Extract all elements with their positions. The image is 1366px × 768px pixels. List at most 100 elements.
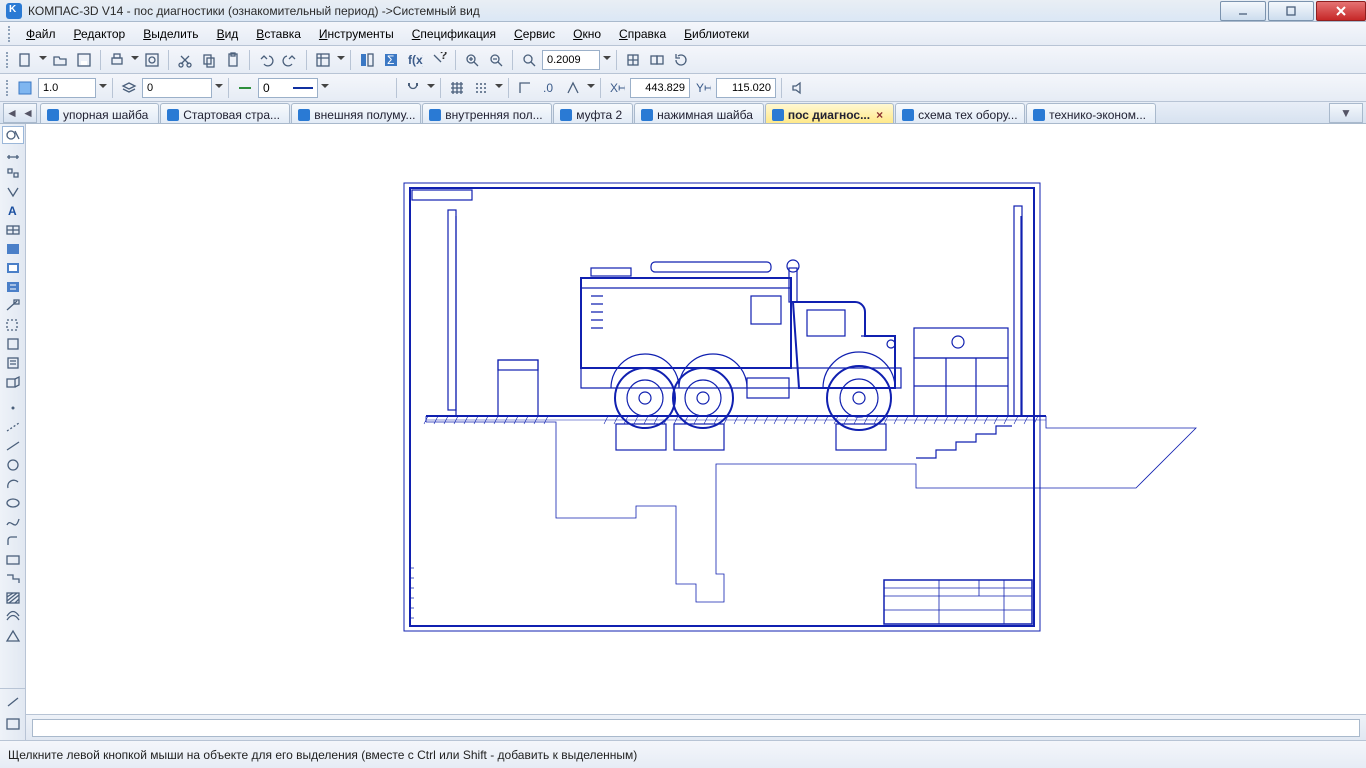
document-tab-0[interactable]: упорная шайба — [40, 103, 159, 123]
tool-views[interactable] — [2, 259, 24, 277]
tool-measure[interactable] — [2, 297, 24, 315]
round-button[interactable]: .0 — [538, 77, 560, 99]
document-tab-1[interactable]: Стартовая стра... — [160, 103, 290, 123]
menu-service[interactable]: Сервис — [506, 24, 563, 44]
document-tab-8[interactable]: технико-эконом... — [1026, 103, 1156, 123]
coord-x-input[interactable] — [630, 78, 690, 98]
zoom-out-button[interactable] — [485, 49, 507, 71]
cmd-tool-1[interactable] — [2, 693, 24, 711]
view-shift-button[interactable] — [622, 49, 644, 71]
grid-button[interactable] — [446, 77, 468, 99]
work-area[interactable] — [26, 124, 1366, 740]
local-cs-dropdown[interactable] — [586, 77, 595, 99]
tool-collect-contour[interactable] — [2, 627, 24, 645]
line-style-dropdown[interactable] — [320, 77, 329, 99]
undo-button[interactable] — [255, 49, 277, 71]
tool-table[interactable] — [2, 221, 24, 239]
tool-geometry[interactable] — [2, 126, 24, 144]
drawing-canvas[interactable] — [46, 128, 1356, 704]
menu-insert[interactable]: Вставка — [248, 24, 309, 44]
line-style-select[interactable]: 0 — [258, 78, 318, 98]
scale-input[interactable] — [38, 78, 96, 98]
layer-dropdown[interactable] — [214, 77, 223, 99]
speaker-button[interactable] — [787, 77, 809, 99]
tool-hatch-fill[interactable] — [2, 589, 24, 607]
document-tab-6[interactable]: пос диагнос...× — [765, 103, 894, 123]
properties-dropdown[interactable] — [336, 49, 345, 71]
menu-tools[interactable]: Инструменты — [311, 24, 402, 44]
command-input[interactable] — [32, 719, 1360, 737]
tool-spline[interactable] — [2, 513, 24, 531]
tab-nav-left[interactable]: ◄◄ — [3, 103, 37, 123]
view-prev-button[interactable] — [646, 49, 668, 71]
tool-segment[interactable] — [2, 437, 24, 455]
zoom-in-button[interactable] — [461, 49, 483, 71]
fx-button[interactable]: f(x) — [404, 49, 426, 71]
scale-dropdown[interactable] — [98, 77, 107, 99]
coord-y-input[interactable] — [716, 78, 776, 98]
print-button[interactable] — [106, 49, 128, 71]
toolbar-grip[interactable] — [8, 26, 12, 42]
copy-button[interactable] — [198, 49, 220, 71]
print-dropdown[interactable] — [130, 49, 139, 71]
variables-button[interactable]: Σ — [380, 49, 402, 71]
zoom-value-input[interactable] — [542, 50, 600, 70]
tool-edit[interactable]: A — [2, 202, 24, 220]
document-tab-7[interactable]: схема тех обору... — [895, 103, 1025, 123]
tool-parametrize[interactable] — [2, 278, 24, 296]
tool-point[interactable] — [2, 399, 24, 417]
zoom-fit-button[interactable] — [518, 49, 540, 71]
tool-select[interactable] — [2, 316, 24, 334]
ortho-button[interactable] — [514, 77, 536, 99]
redo-button[interactable] — [279, 49, 301, 71]
paste-button[interactable] — [222, 49, 244, 71]
tab-close-icon[interactable]: × — [876, 108, 883, 122]
local-cs-button[interactable] — [562, 77, 584, 99]
menu-editor[interactable]: Редактор — [66, 24, 134, 44]
properties-button[interactable] — [312, 49, 334, 71]
menu-window[interactable]: Окно — [565, 24, 609, 44]
snap-toggle-button[interactable] — [402, 77, 424, 99]
grid-dropdown[interactable] — [494, 77, 503, 99]
tool-reports[interactable] — [2, 354, 24, 372]
tool-hatch[interactable] — [2, 240, 24, 258]
tool-fillet[interactable] — [2, 532, 24, 550]
close-button[interactable] — [1316, 1, 1366, 21]
menu-help[interactable]: Справка — [611, 24, 674, 44]
cut-button[interactable] — [174, 49, 196, 71]
tool-aux-line[interactable] — [2, 418, 24, 436]
tool-text[interactable] — [2, 183, 24, 201]
toolbar-grip[interactable] — [6, 52, 10, 68]
snap-dropdown[interactable] — [426, 77, 435, 99]
print-preview-button[interactable] — [141, 49, 163, 71]
menu-view[interactable]: Вид — [209, 24, 247, 44]
tool-rectangle[interactable] — [2, 551, 24, 569]
tool-insert-frag[interactable] — [2, 373, 24, 391]
tool-autoline[interactable] — [2, 570, 24, 588]
document-tab-4[interactable]: муфта 2 — [553, 103, 633, 123]
zoom-dropdown[interactable] — [602, 49, 611, 71]
document-tab-3[interactable]: внутренняя пол... — [422, 103, 552, 123]
tool-dimensions[interactable] — [2, 145, 24, 163]
menu-select[interactable]: Выделить — [135, 24, 206, 44]
view-refresh-button[interactable] — [670, 49, 692, 71]
tab-nav-right[interactable]: ▼ — [1329, 103, 1363, 123]
tool-circle[interactable] — [2, 456, 24, 474]
toolbar-grip[interactable] — [6, 80, 10, 96]
minimize-button[interactable] — [1220, 1, 1266, 21]
save-button[interactable] — [73, 49, 95, 71]
tool-spec[interactable] — [2, 335, 24, 353]
whats-this-button[interactable]: ? — [428, 49, 450, 71]
tool-ellipse[interactable] — [2, 494, 24, 512]
tool-arc[interactable] — [2, 475, 24, 493]
tool-equidistant[interactable] — [2, 608, 24, 626]
maximize-button[interactable] — [1268, 1, 1314, 21]
new-doc-dropdown[interactable] — [38, 49, 47, 71]
menu-file[interactable]: Файл — [18, 24, 64, 44]
new-doc-button[interactable] — [14, 49, 36, 71]
current-state-button[interactable] — [14, 77, 36, 99]
tool-symbols[interactable] — [2, 164, 24, 182]
grid-dots-button[interactable] — [470, 77, 492, 99]
menu-libraries[interactable]: Библиотеки — [676, 24, 757, 44]
toggle-panel-button[interactable] — [356, 49, 378, 71]
